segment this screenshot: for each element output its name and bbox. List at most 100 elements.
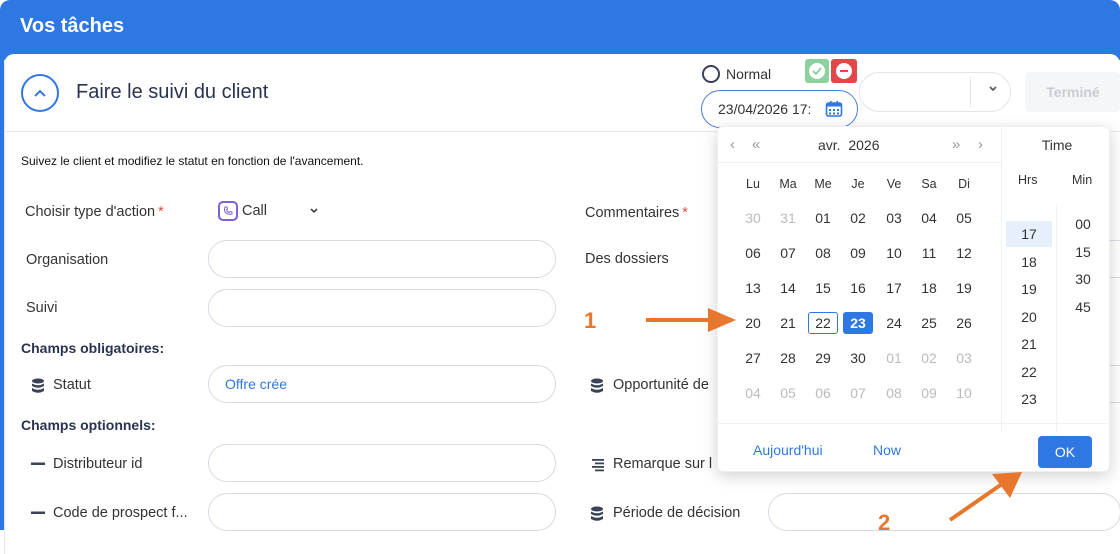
calendar-day[interactable]: 29 — [808, 347, 838, 369]
approve-button[interactable] — [805, 59, 829, 83]
code-prospect-input[interactable] — [208, 493, 556, 531]
hour-option[interactable]: 19 — [1006, 276, 1052, 302]
month-label: avr. — [818, 137, 841, 153]
now-button[interactable]: Now — [873, 442, 901, 458]
calendar-day[interactable]: 07 — [773, 242, 803, 264]
calendar-day[interactable]: 08 — [808, 242, 838, 264]
app: Vos tâches Faire le suivi du client Norm… — [0, 0, 1120, 554]
hour-option[interactable]: 23 — [1006, 386, 1052, 412]
calendar-day[interactable]: 12 — [949, 242, 979, 264]
minus-icon — [836, 63, 852, 79]
organisation-label: Organisation — [26, 252, 109, 268]
chevron-down-icon[interactable] — [988, 85, 998, 93]
minutes-label: Min — [1072, 173, 1093, 187]
ok-button[interactable]: OK — [1038, 436, 1092, 468]
calendar-day[interactable]: 07 — [843, 382, 873, 404]
calendar-day[interactable]: 09 — [843, 242, 873, 264]
weekday-label: Ve — [886, 177, 902, 191]
calendar-day[interactable]: 04 — [914, 207, 944, 229]
reject-button[interactable] — [831, 59, 857, 83]
calendar-day[interactable]: 28 — [773, 347, 803, 369]
task-header: Faire le suivi du client Normal 23/04/20… — [5, 54, 1120, 132]
calendar-day[interactable]: 18 — [914, 277, 944, 299]
calendar-day[interactable]: 21 — [773, 312, 803, 334]
calendar-day[interactable]: 16 — [843, 277, 873, 299]
select-separator — [970, 77, 971, 107]
organisation-input[interactable] — [208, 240, 556, 278]
calendar-day[interactable]: 03 — [949, 347, 979, 369]
month-year-label[interactable]: avr. 2026 — [818, 137, 880, 153]
calendar-day[interactable]: 06 — [808, 382, 838, 404]
prev-month-button[interactable]: ‹ — [730, 136, 735, 153]
calendar-day[interactable]: 13 — [738, 277, 768, 299]
calendar-day[interactable]: 24 — [879, 312, 909, 334]
minute-option[interactable]: 30 — [1060, 266, 1106, 292]
calendar-day[interactable]: 01 — [808, 207, 838, 229]
hour-option[interactable]: 22 — [1006, 359, 1052, 385]
time-title: Time — [1041, 137, 1073, 153]
calendar-day[interactable]: 22 — [808, 312, 838, 334]
calendar-day[interactable]: 23 — [843, 312, 873, 334]
calendar-day[interactable]: 31 — [773, 207, 803, 229]
date-time-picker: ‹ « avr. 2026 » › Lu Ma Me Je Ve Sa Di 3… — [717, 126, 1111, 472]
date-input[interactable]: 23/04/2026 17: — [701, 90, 858, 128]
calendar-day[interactable]: 02 — [914, 347, 944, 369]
calendar-day[interactable]: 02 — [843, 207, 873, 229]
suivi-input[interactable] — [208, 289, 556, 327]
statut-input[interactable]: Offre crée — [208, 365, 556, 403]
calendar-day[interactable]: 08 — [879, 382, 909, 404]
calendar-icon[interactable] — [825, 100, 843, 118]
commentaires-label-text: Commentaires — [585, 205, 680, 221]
calendar-day[interactable]: 10 — [949, 382, 979, 404]
chevron-up-icon — [34, 89, 46, 97]
annotation-label: 2 — [878, 510, 891, 535]
calendar-day[interactable]: 04 — [738, 382, 768, 404]
statut-label: Statut — [53, 377, 91, 393]
weekday-label: Ma — [779, 177, 797, 191]
minute-option[interactable]: 15 — [1060, 239, 1106, 265]
chevron-down-icon[interactable] — [291, 206, 319, 216]
next-month-button[interactable]: › — [978, 136, 983, 153]
weekday-label: Me — [814, 177, 832, 191]
calendar-day[interactable]: 10 — [879, 242, 909, 264]
calendar-day[interactable]: 30 — [738, 207, 768, 229]
calendar-day[interactable]: 06 — [738, 242, 768, 264]
collapse-button[interactable] — [21, 74, 59, 112]
next-year-button[interactable]: » — [952, 136, 960, 153]
calendar-day[interactable]: 05 — [773, 382, 803, 404]
minus-icon — [31, 511, 45, 514]
status-select[interactable] — [859, 72, 1011, 112]
minute-option[interactable]: 00 — [1060, 211, 1106, 237]
termine-button[interactable]: Terminé — [1025, 72, 1120, 112]
calendar-day[interactable]: 09 — [914, 382, 944, 404]
calendar-day[interactable]: 20 — [738, 312, 768, 334]
calendar-day[interactable]: 03 — [879, 207, 909, 229]
calendar-day[interactable]: 01 — [879, 347, 909, 369]
action-type-label-text: Choisir type d'action — [25, 204, 156, 220]
prev-year-button[interactable]: « — [752, 136, 760, 153]
calendar-day[interactable]: 30 — [843, 347, 873, 369]
hour-option[interactable]: 21 — [1006, 331, 1052, 357]
calendar-day[interactable]: 11 — [914, 242, 944, 264]
hour-option[interactable]: 17 — [1006, 221, 1052, 247]
calendar-day[interactable]: 05 — [949, 207, 979, 229]
calendar-day[interactable]: 14 — [773, 277, 803, 299]
calendar-day[interactable]: 15 — [808, 277, 838, 299]
minute-option[interactable]: 45 — [1060, 294, 1106, 320]
divider — [1056, 205, 1057, 433]
hour-option[interactable]: 18 — [1006, 249, 1052, 275]
calendar-day[interactable]: 17 — [879, 277, 909, 299]
required-section-title: Champs obligatoires: — [21, 340, 165, 356]
calendar-header: ‹ « avr. 2026 » › — [718, 127, 1001, 163]
calendar-day[interactable]: 27 — [738, 347, 768, 369]
today-button[interactable]: Aujourd'hui — [753, 442, 823, 458]
calendar-day[interactable]: 26 — [949, 312, 979, 334]
weekday-label: Je — [851, 177, 865, 191]
hour-option[interactable]: 20 — [1006, 304, 1052, 330]
calendar-day[interactable]: 25 — [914, 312, 944, 334]
distributeur-input[interactable] — [208, 444, 556, 482]
action-type-select[interactable]: Call — [218, 201, 319, 221]
radio-icon[interactable] — [702, 65, 720, 83]
priority-normal[interactable]: Normal — [702, 65, 771, 83]
calendar-day[interactable]: 19 — [949, 277, 979, 299]
